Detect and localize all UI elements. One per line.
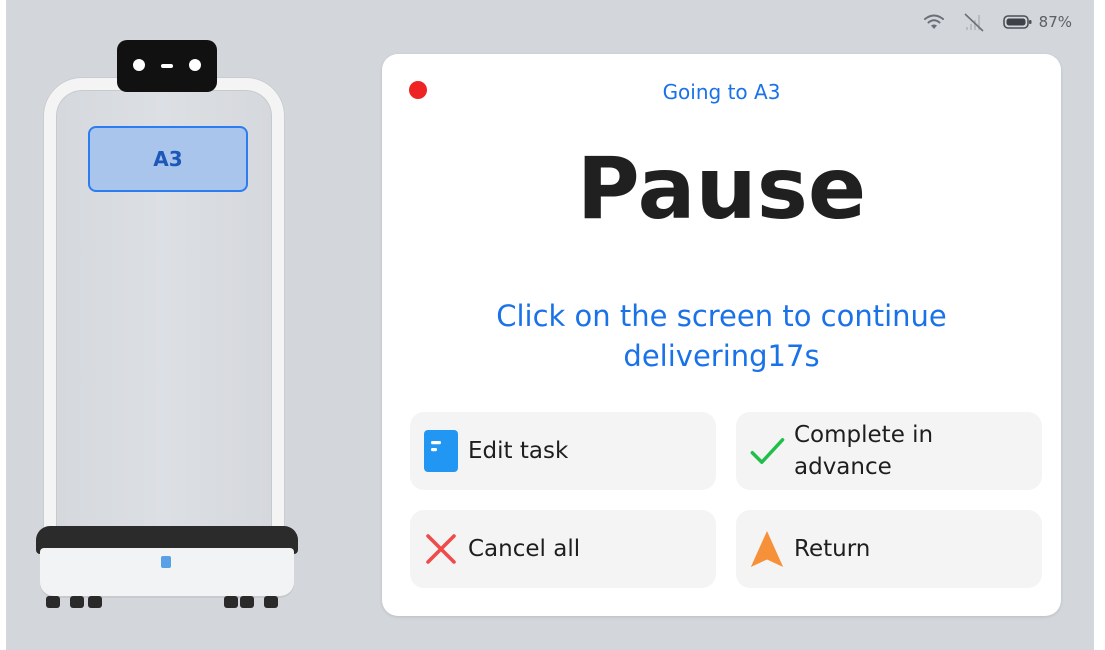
cancel-all-label: Cancel all [468,536,581,562]
instruction-line-2: delivering17s [623,339,820,373]
navigation-arrow-icon [748,527,786,571]
robot-illustration: A3 [36,38,298,618]
robot-screen[interactable]: 87% A3 Going to A3 Pause Click on the sc… [6,0,1094,650]
pause-title: Pause [576,139,867,239]
no-signal-icon [963,12,985,32]
battery-percent: 87% [1038,13,1072,31]
tray-label: A3 [88,126,248,192]
robot-wheel [264,596,278,608]
edit-task-label: Edit task [468,438,569,464]
status-bar: 87% [923,8,1072,36]
robot-head [117,40,217,92]
instruction-line-1: Click on the screen to continue [496,299,947,333]
wifi-icon [923,13,945,31]
pause-dialog[interactable]: Going to A3 Pause Click on the screen to… [382,54,1061,616]
complete-label-line-1: Complete in [794,422,934,448]
edit-task-icon [422,429,460,473]
robot-wheel [240,596,254,608]
complete-label-line-2: advance [794,454,892,480]
close-icon [422,527,460,571]
checkmark-icon [748,429,786,473]
continue-instruction[interactable]: Click on the screen to continue deliveri… [422,296,1021,376]
return-button[interactable]: Return [736,510,1042,588]
return-label: Return [794,536,871,562]
complete-in-advance-button[interactable]: Complete in advance [736,412,1042,490]
robot-logo [161,556,171,568]
robot-wheel [224,596,238,608]
cancel-all-button[interactable]: Cancel all [410,510,716,588]
battery-indicator: 87% [1002,13,1072,31]
edit-task-button[interactable]: Edit task [410,412,716,490]
robot-wheel [70,596,84,608]
destination-subtitle: Going to A3 [662,80,781,104]
robot-wheel [88,596,102,608]
complete-in-advance-label: Complete in advance [794,419,933,483]
battery-icon [1002,14,1033,30]
robot-wheel [46,596,60,608]
